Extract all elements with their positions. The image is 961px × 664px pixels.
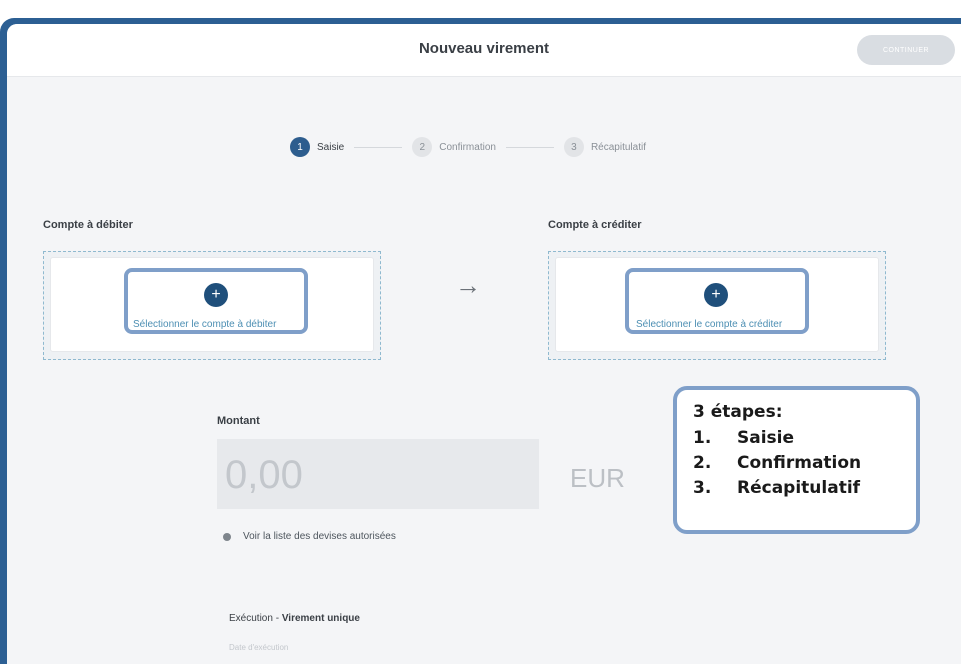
credit-account-box[interactable]: + Sélectionner le compte à créditer [548, 251, 886, 360]
currency-label: EUR [570, 463, 625, 493]
execution-type: Virement unique [281, 613, 360, 624]
callout-item-text: Saisie [737, 428, 795, 448]
devises-link-text: Voir la liste des devises autorisées [243, 531, 396, 542]
credit-select-link[interactable]: Sélectionner le compte à créditer [636, 319, 782, 330]
step-confirmation: 2 Confirmation [412, 137, 496, 157]
execution-date-field[interactable]: Date d'exécution [229, 643, 288, 652]
steps-callout: 3 étapes: 1. Saisie 2. Confirmation 3. R… [673, 386, 920, 534]
arrow-right-icon: → [455, 270, 481, 300]
step-label: Récapitulatif [590, 141, 646, 153]
step-number: 1 [290, 137, 310, 157]
step-number: 2 [412, 137, 433, 157]
debit-select-link[interactable]: Sélectionner le compte à débiter [133, 319, 276, 330]
step-number: 3 [563, 137, 584, 157]
credit-add-button[interactable]: + [704, 283, 728, 307]
step-recapitulatif: 3 Récapitulatif [563, 137, 646, 157]
step-saisie: 1 Saisie [290, 137, 344, 157]
callout-item: 3. Récapitulatif [693, 478, 916, 498]
callout-item: 1. Saisie [693, 428, 916, 448]
callout-title: 3 étapes: [693, 402, 783, 422]
callout-item-text: Récapitulatif [737, 478, 861, 498]
callout-item-text: Confirmation [737, 453, 862, 473]
credit-section-label: Compte à créditer [548, 219, 642, 231]
devises-link[interactable]: Voir la liste des devises autorisées [223, 531, 396, 542]
globe-icon [223, 532, 231, 541]
callout-item: 2. Confirmation [693, 453, 916, 473]
callout-item-number: 1. [693, 428, 712, 448]
app-window: Nouveau virement CONTINUER 1 Saisie 2 Co… [7, 24, 961, 664]
execution-mode[interactable]: Exécution - Virement unique [229, 613, 360, 624]
step-label: Confirmation [439, 141, 496, 153]
callout-item-number: 3. [693, 478, 712, 498]
page-title: Nouveau virement [418, 40, 550, 57]
stepper: 1 Saisie 2 Confirmation 3 Récapitulatif [290, 136, 646, 158]
step-label: Saisie [317, 141, 345, 153]
callout-item-number: 2. [693, 453, 712, 473]
amount-label: Montant [217, 415, 260, 427]
debit-account-box[interactable]: + Sélectionner le compte à débiter [43, 251, 381, 360]
step-connector [354, 146, 403, 148]
debit-add-button[interactable]: + [204, 283, 228, 307]
top-bar: Nouveau virement CONTINUER [7, 24, 961, 77]
step-connector [505, 146, 554, 148]
amount-input[interactable]: 0,00 [217, 439, 539, 509]
continue-button[interactable]: CONTINUER [857, 35, 955, 65]
amount-placeholder: 0,00 [225, 453, 303, 497]
execution-prefix: Exécution - [229, 613, 282, 624]
debit-section-label: Compte à débiter [43, 219, 133, 231]
